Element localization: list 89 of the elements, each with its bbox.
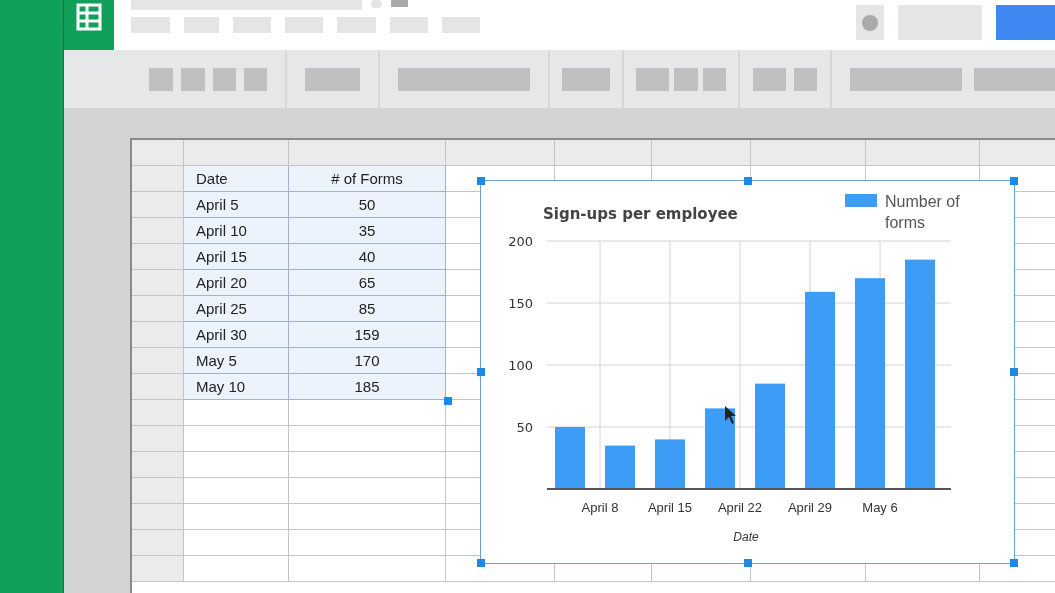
placeholder-button[interactable] [898, 5, 982, 40]
star-placeholder-icon [371, 0, 382, 8]
column-header: # of Forms [289, 166, 446, 192]
header-cell [132, 530, 184, 556]
bar [655, 439, 685, 489]
table-cell: April 25 [184, 296, 289, 322]
header-cell [132, 452, 184, 478]
header-cell [132, 166, 184, 192]
y-tick-label: 50 [516, 420, 533, 435]
cursor-icon [725, 406, 736, 424]
toolbar-placeholder[interactable] [636, 67, 669, 91]
toolbar-placeholder[interactable] [181, 67, 205, 91]
header-cell [132, 400, 184, 426]
header-cell [132, 374, 184, 400]
toolbar-placeholder[interactable] [794, 67, 817, 91]
resize-handle[interactable] [743, 177, 752, 185]
table-cell: May 5 [184, 348, 289, 374]
menu-placeholder[interactable] [337, 17, 376, 33]
resize-handle[interactable] [477, 368, 485, 376]
toolbar-placeholder[interactable] [703, 67, 726, 91]
table-cell: 85 [289, 296, 446, 322]
bar [605, 445, 635, 489]
comments-button[interactable] [856, 5, 884, 40]
header-cell [132, 426, 184, 452]
table-cell: April 5 [184, 192, 289, 218]
dot-icon [862, 14, 878, 31]
x-tick-label: April 15 [647, 500, 693, 515]
folder-placeholder-icon [391, 0, 408, 7]
y-tick-label: 200 [508, 234, 533, 249]
table-cell: 40 [289, 244, 446, 270]
header-cell [132, 270, 184, 296]
menu-placeholder[interactable] [390, 17, 428, 33]
menu-placeholder[interactable] [442, 17, 480, 33]
resize-handle[interactable] [1010, 177, 1018, 185]
legend-swatch [845, 194, 877, 207]
axis-title: Date [733, 530, 759, 544]
resize-handle[interactable] [1010, 559, 1018, 567]
resize-handle[interactable] [1010, 368, 1018, 376]
x-tick-label: April 8 [581, 500, 619, 515]
table-cell: April 20 [184, 270, 289, 296]
toolbar-placeholder[interactable] [398, 67, 530, 91]
toolbar-placeholder[interactable] [562, 67, 610, 91]
table-cell: 35 [289, 218, 446, 244]
menu-placeholder[interactable] [131, 17, 170, 33]
table-cell: April 15 [184, 244, 289, 270]
toolbar-placeholder[interactable] [149, 67, 173, 91]
x-tick-label: April 22 [717, 500, 763, 515]
toolbar-placeholder[interactable] [850, 67, 962, 91]
header-cell [132, 504, 184, 530]
toolbar-placeholder[interactable] [213, 67, 236, 91]
x-tick-label: April 29 [787, 500, 833, 515]
y-tick-label: 100 [508, 358, 533, 373]
chart-title: Sign-ups per employee [543, 205, 738, 223]
resize-handle[interactable] [477, 177, 485, 185]
column-header: Date [184, 166, 289, 192]
bar [555, 427, 585, 489]
table-cell: 65 [289, 270, 446, 296]
table-cell: 170 [289, 348, 446, 374]
resize-handle[interactable] [477, 559, 485, 567]
toolbar-placeholder[interactable] [974, 67, 1055, 91]
header-cell [132, 296, 184, 322]
toolbar-placeholder[interactable] [244, 67, 267, 91]
toolbar-placeholder[interactable] [674, 67, 698, 91]
header-cell [132, 244, 184, 270]
menu-placeholder[interactable] [233, 17, 271, 33]
header-cell [132, 218, 184, 244]
header-cell [132, 348, 184, 374]
table-cell: May 10 [184, 374, 289, 400]
header-cell [132, 556, 184, 582]
toolbar-placeholder[interactable] [305, 67, 360, 91]
share-button[interactable] [996, 5, 1055, 40]
table-cell: April 30 [184, 322, 289, 348]
header-cell [132, 140, 184, 166]
table-cell: 50 [289, 192, 446, 218]
header-cell [132, 192, 184, 218]
menu-placeholder[interactable] [184, 17, 219, 33]
legend-label: Number of forms [885, 193, 960, 231]
y-tick-label: 150 [508, 296, 533, 311]
table-cell: April 10 [184, 218, 289, 244]
header-cell [132, 322, 184, 348]
x-tick-label: May 6 [862, 500, 898, 515]
menu-placeholder[interactable] [285, 17, 323, 33]
resize-handle[interactable] [743, 559, 752, 567]
chart-panel[interactable]: Sign-ups per employee Number of forms 50 100 150 200 April 8 April 15 April 22 April 29 May 6 Date [480, 180, 1015, 564]
range-handle[interactable] [444, 397, 452, 405]
toolbar-placeholder[interactable] [753, 67, 786, 91]
header-cell [132, 478, 184, 504]
table-cell: 159 [289, 322, 446, 348]
table-cell: 185 [289, 374, 446, 400]
